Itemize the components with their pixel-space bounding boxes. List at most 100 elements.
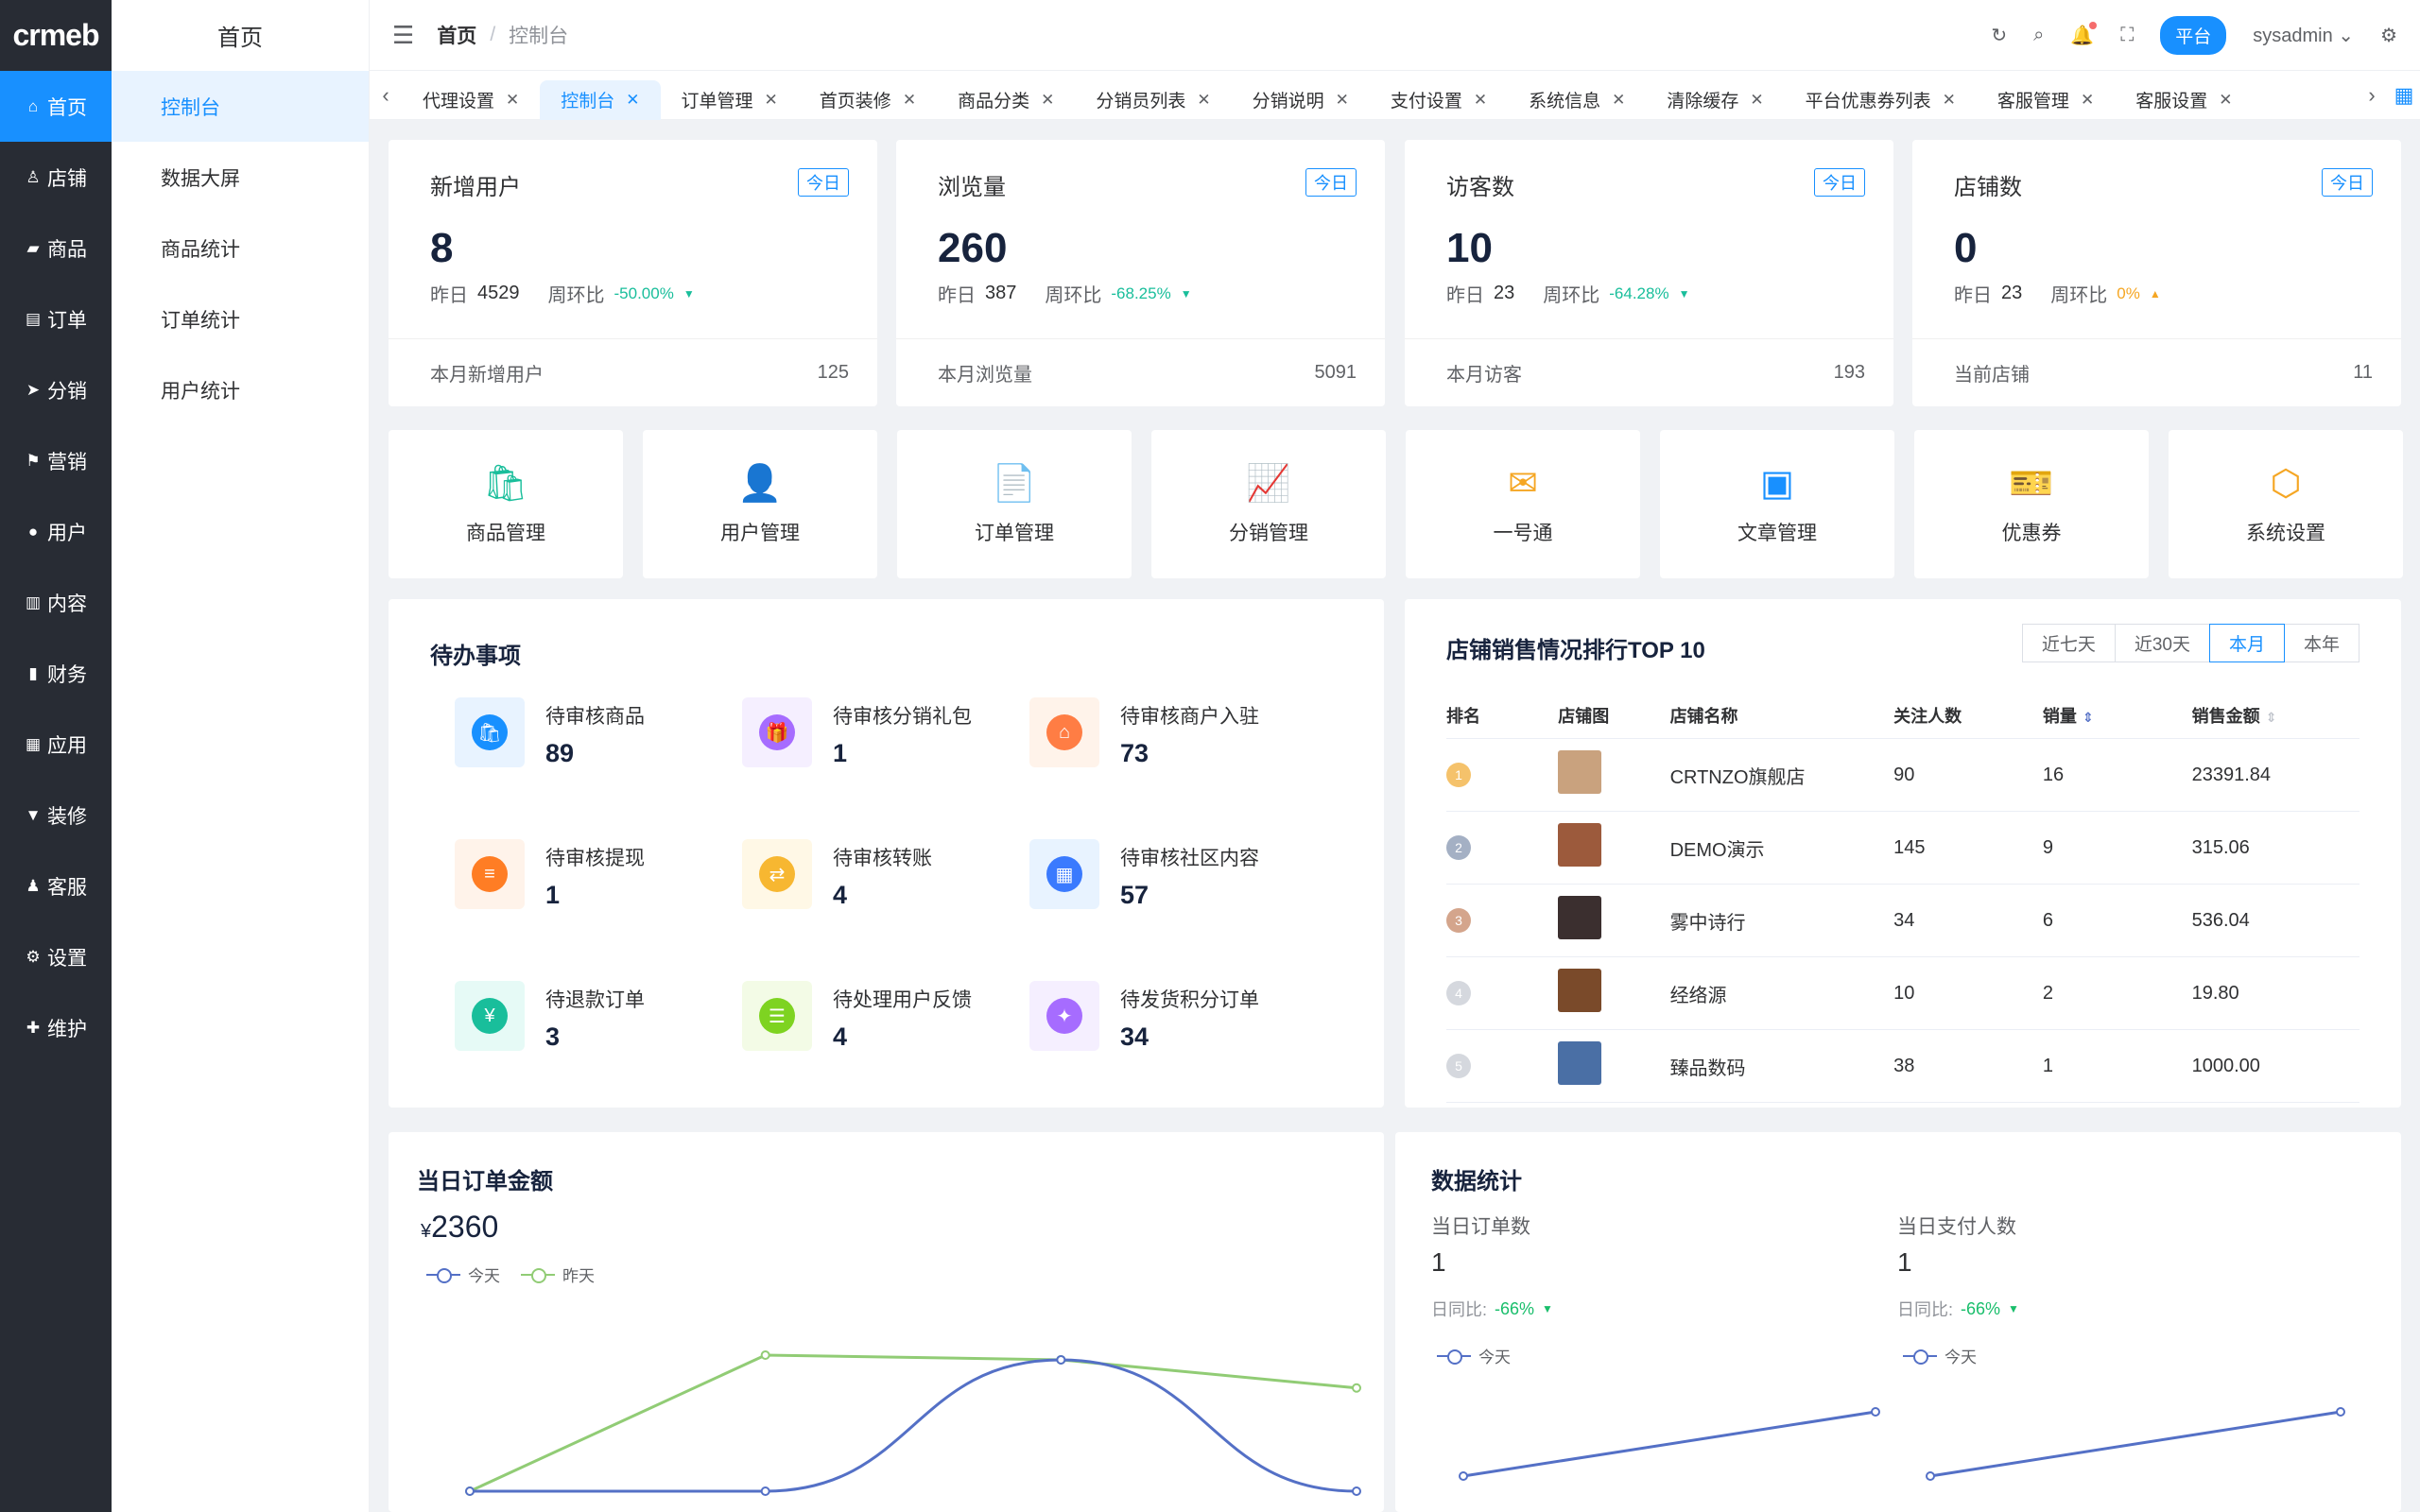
column-header-4[interactable]: 销量 ⇕: [2043, 703, 2192, 728]
close-icon[interactable]: ✕: [903, 91, 916, 110]
range-option-0[interactable]: 近七天: [2021, 624, 2116, 662]
close-icon[interactable]: ✕: [2219, 91, 2232, 110]
close-icon[interactable]: ✕: [765, 91, 778, 110]
close-icon[interactable]: ✕: [1612, 91, 1625, 110]
todo-item-7[interactable]: ☰ 待处理用户反馈 4: [742, 981, 972, 1052]
nav-item-7[interactable]: ▥ 内容: [0, 567, 112, 638]
menu-toggle-icon[interactable]: ☰: [392, 21, 414, 50]
period-badge[interactable]: 今日: [1814, 168, 1865, 197]
payers-today-series-point-0[interactable]: [1926, 1471, 1935, 1481]
platform-switch-button[interactable]: 平台: [2160, 15, 2227, 55]
close-icon[interactable]: ✕: [1750, 91, 1763, 110]
sub-nav-item-1[interactable]: 数据大屏: [112, 142, 369, 213]
todo-item-6[interactable]: ¥ 待退款订单 3: [455, 981, 645, 1052]
table-row[interactable]: 4 经络源 10 2 19.80: [1446, 957, 2360, 1030]
period-badge[interactable]: 今日: [2322, 168, 2373, 197]
breadcrumb-home[interactable]: 首页: [437, 21, 476, 49]
range-option-2[interactable]: 本月: [2208, 624, 2285, 662]
tab-2[interactable]: 订单管理 ✕: [661, 80, 799, 120]
today-series-point-1[interactable]: [760, 1486, 770, 1496]
sort-icon[interactable]: ⇕: [2266, 710, 2277, 725]
quick-entry-7[interactable]: ⬡ 系统设置: [2169, 430, 2403, 578]
yesterday-series-point-1[interactable]: [760, 1350, 770, 1360]
close-icon[interactable]: ✕: [1197, 91, 1210, 110]
close-icon[interactable]: ✕: [2081, 91, 2094, 110]
nav-item-1[interactable]: ♙ 店铺: [0, 142, 112, 213]
nav-item-12[interactable]: ⚙ 设置: [0, 921, 112, 992]
nav-item-3[interactable]: ▤ 订单: [0, 284, 112, 354]
quick-entry-2[interactable]: 📄 订单管理: [897, 430, 1132, 578]
tab-4[interactable]: 商品分类 ✕: [937, 80, 1075, 120]
search-icon[interactable]: ⌕: [2033, 25, 2044, 46]
todo-item-4[interactable]: ⇄ 待审核转账 4: [742, 839, 932, 910]
nav-item-5[interactable]: ⚑ 营销: [0, 425, 112, 496]
close-icon[interactable]: ✕: [1943, 91, 1956, 110]
sub-nav-item-0[interactable]: 控制台: [112, 71, 369, 142]
store-thumbnail[interactable]: [1558, 896, 1602, 939]
today-series-point-3[interactable]: [1352, 1486, 1361, 1496]
period-badge[interactable]: 今日: [1305, 168, 1357, 197]
tab-grid-icon[interactable]: ▦: [2388, 83, 2420, 108]
sort-icon[interactable]: ⇕: [2083, 710, 2094, 725]
nav-item-2[interactable]: ▰ 商品: [0, 213, 112, 284]
period-badge[interactable]: 今日: [798, 168, 849, 197]
orders-today-series-point-0[interactable]: [1459, 1471, 1468, 1481]
today-series-point-2[interactable]: [1056, 1354, 1066, 1365]
quick-entry-1[interactable]: 👤 用户管理: [643, 430, 877, 578]
table-row[interactable]: 2 DEMO演示 145 9 315.06: [1446, 812, 2360, 885]
quick-entry-3[interactable]: 📈 分销管理: [1151, 430, 1386, 578]
orders-today-series-point-1[interactable]: [1871, 1407, 1880, 1417]
quick-entry-6[interactable]: 🎫 优惠券: [1914, 430, 2149, 578]
todo-item-1[interactable]: 🎁 待审核分销礼包 1: [742, 697, 972, 768]
column-header-5[interactable]: 销售金额 ⇕: [2192, 703, 2360, 728]
close-icon[interactable]: ✕: [1041, 91, 1054, 110]
sub-nav-item-3[interactable]: 订单统计: [112, 284, 369, 354]
tab-6[interactable]: 分销说明 ✕: [1232, 80, 1370, 120]
close-icon[interactable]: ✕: [1336, 91, 1349, 110]
store-thumbnail[interactable]: [1558, 750, 1602, 794]
nav-item-0[interactable]: ⌂ 首页: [0, 71, 112, 142]
table-row[interactable]: 3 雾中诗行 34 6 536.04: [1446, 885, 2360, 957]
nav-item-9[interactable]: ▦ 应用: [0, 709, 112, 780]
nav-item-8[interactable]: ▮ 财务: [0, 638, 112, 709]
todo-item-8[interactable]: ✦ 待发货积分订单 34: [1029, 981, 1259, 1052]
store-thumbnail[interactable]: [1558, 823, 1602, 867]
nav-item-4[interactable]: ➤ 分销: [0, 354, 112, 425]
tab-3[interactable]: 首页装修 ✕: [799, 80, 937, 120]
tab-7[interactable]: 支付设置 ✕: [1370, 80, 1508, 120]
tab-scroll-left-icon[interactable]: ‹: [370, 83, 402, 108]
todo-item-3[interactable]: ≡ 待审核提现 1: [455, 839, 645, 910]
range-option-3[interactable]: 本年: [2283, 624, 2360, 662]
tab-9[interactable]: 清除缓存 ✕: [1646, 80, 1784, 120]
todo-item-5[interactable]: ▦ 待审核社区内容 57: [1029, 839, 1259, 910]
close-icon[interactable]: ✕: [506, 91, 519, 110]
bell-icon[interactable]: 🔔: [2070, 21, 2098, 47]
quick-entry-0[interactable]: 🛍 商品管理: [389, 430, 623, 578]
refresh-icon[interactable]: ↻: [1991, 24, 2007, 47]
sub-nav-item-4[interactable]: 用户统计: [112, 354, 369, 425]
today-series-point-0[interactable]: [465, 1486, 475, 1496]
fullscreen-icon[interactable]: ⛶: [2120, 25, 2134, 46]
store-thumbnail[interactable]: [1558, 1041, 1602, 1085]
user-menu[interactable]: sysadmin ⌄: [2253, 24, 2354, 47]
table-row[interactable]: 5 臻品数码 38 1 1000.00: [1446, 1030, 2360, 1103]
tab-5[interactable]: 分销员列表 ✕: [1075, 80, 1231, 120]
table-row[interactable]: 1 CRTNZO旗舰店 90 16 23391.84: [1446, 739, 2360, 812]
nav-item-13[interactable]: ✚ 维护: [0, 992, 112, 1063]
sub-nav-item-2[interactable]: 商品统计: [112, 213, 369, 284]
range-option-1[interactable]: 近30天: [2114, 624, 2210, 662]
todo-item-2[interactable]: ⌂ 待审核商户入驻 73: [1029, 697, 1259, 768]
nav-item-10[interactable]: ▼ 装修: [0, 780, 112, 850]
close-icon[interactable]: ✕: [1474, 91, 1487, 110]
brand-logo[interactable]: crmeb: [0, 0, 112, 71]
nav-item-11[interactable]: ♟ 客服: [0, 850, 112, 921]
todo-item-0[interactable]: 🛍 待审核商品 89: [455, 697, 645, 768]
nav-item-6[interactable]: ● 用户: [0, 496, 112, 567]
tab-0[interactable]: 代理设置 ✕: [402, 80, 540, 120]
payers-today-series-point-1[interactable]: [2336, 1407, 2345, 1417]
tab-8[interactable]: 系统信息 ✕: [1508, 80, 1646, 120]
yesterday-series-point-3[interactable]: [1352, 1383, 1361, 1393]
tab-11[interactable]: 客服管理 ✕: [1977, 80, 2115, 120]
tab-scroll-right-icon[interactable]: ›: [2356, 83, 2388, 108]
quick-entry-4[interactable]: ✉ 一号通: [1406, 430, 1640, 578]
